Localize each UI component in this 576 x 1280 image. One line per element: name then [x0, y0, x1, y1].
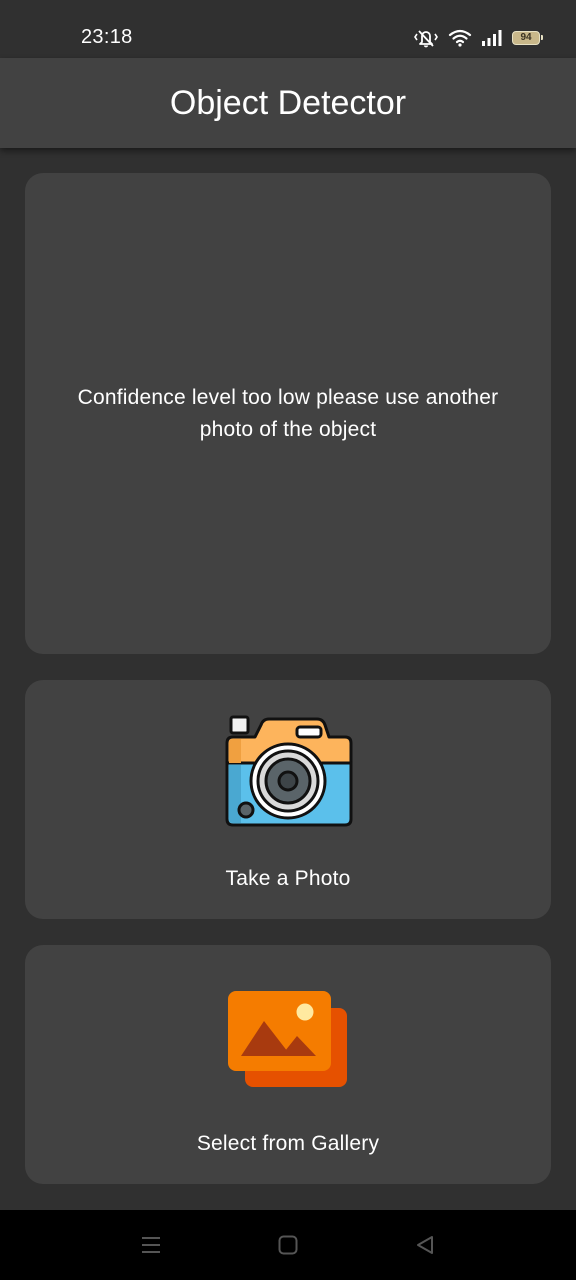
gallery-icon: [228, 991, 347, 1087]
home-icon[interactable]: [275, 1232, 301, 1258]
status-time: 23:18: [81, 26, 133, 48]
status-bar: 23:18 94: [0, 0, 576, 58]
gallery-label: Select from Gallery: [196, 1132, 380, 1155]
status-icons: 94: [413, 27, 543, 49]
result-message: Confidence level too low please use anot…: [77, 385, 499, 441]
select-gallery-button[interactable]: Select from Gallery: [25, 945, 551, 1184]
battery-icon: 94: [512, 31, 543, 45]
app-bar: Object Detector: [0, 58, 576, 148]
result-card: Confidence level too low please use anot…: [25, 173, 551, 654]
menu-icon[interactable]: [138, 1232, 164, 1258]
wifi-icon: [448, 29, 472, 47]
take-photo-label: Take a Photo: [225, 867, 351, 890]
page-title: Object Detector: [169, 83, 407, 122]
system-nav-bar: [0, 1210, 576, 1280]
take-photo-button[interactable]: Take a Photo: [25, 680, 551, 919]
signal-icon: [482, 30, 502, 46]
back-icon[interactable]: [412, 1232, 438, 1258]
app-screen: 23:18 94 Object Detector Confidence leve…: [0, 0, 576, 1280]
battery-level: 94: [520, 32, 532, 43]
mute-vibrate-icon: [414, 30, 438, 48]
camera-icon: [225, 715, 353, 827]
